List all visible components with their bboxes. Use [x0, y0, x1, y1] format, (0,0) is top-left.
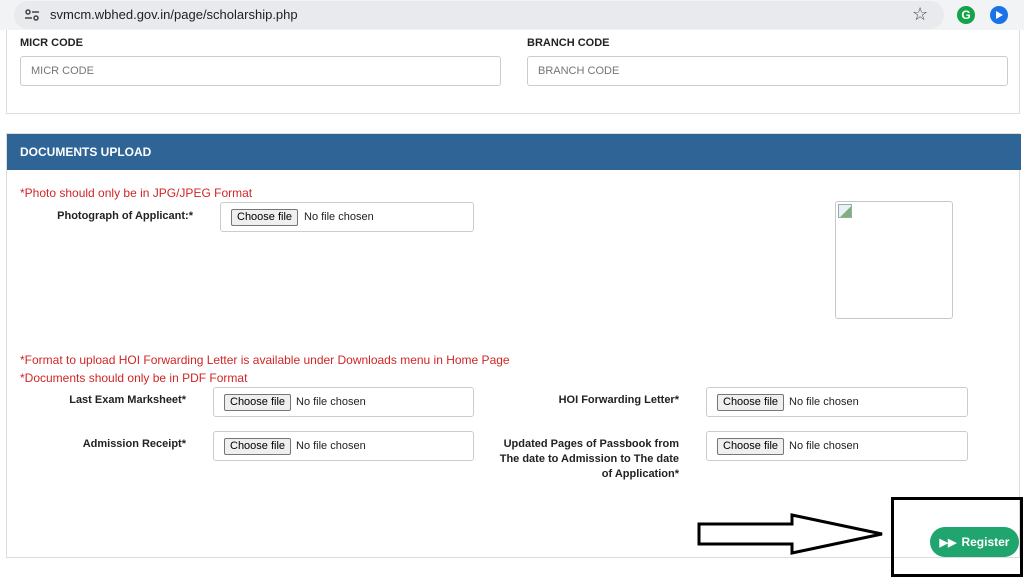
admission-receipt-no-file-text: No file chosen [296, 440, 366, 452]
url-text[interactable]: svmcm.wbhed.gov.in/page/scholarship.php [50, 7, 298, 22]
fast-forward-icon: ▶▶ [939, 537, 957, 549]
register-label: Register [961, 535, 1010, 549]
marksheet-choose-file-button[interactable]: Choose file [224, 394, 292, 411]
site-info-icon[interactable] [24, 8, 40, 22]
branch-code-label: BRANCH CODE [527, 37, 610, 49]
photograph-file-field[interactable]: Choose file No file chosen [220, 202, 474, 232]
micr-code-label: MICR CODE [20, 37, 83, 49]
marksheet-no-file-text: No file chosen [296, 396, 366, 408]
photo-format-note: *Photo should only be in JPG/JPEG Format [20, 186, 253, 200]
branch-code-input[interactable] [527, 56, 1008, 86]
hoi-letter-label: HOI Forwarding Letter* [558, 394, 679, 406]
photograph-label: Photograph of Applicant:* [57, 210, 193, 222]
annotation-arrow-icon [697, 513, 883, 555]
micr-code-input[interactable] [20, 56, 501, 86]
marksheet-file-field[interactable]: Choose file No file chosen [213, 387, 474, 417]
photo-preview [835, 201, 953, 319]
bookmark-star-icon[interactable]: ☆ [912, 4, 928, 24]
documents-upload-header: DOCUMENTS UPLOAD [7, 134, 1021, 170]
admission-receipt-label: Admission Receipt* [82, 438, 186, 450]
passbook-label: Updated Pages of Passbook from The date … [499, 438, 679, 480]
passbook-no-file-text: No file chosen [789, 440, 859, 452]
hoi-letter-file-field[interactable]: Choose file No file chosen [706, 387, 968, 417]
browser-toolbar: svmcm.wbhed.gov.in/page/scholarship.php … [0, 0, 1024, 30]
marksheet-label: Last Exam Marksheet* [69, 394, 186, 406]
hoi-format-note: *Format to upload HOI Forwarding Letter … [20, 353, 510, 367]
bank-details-panel: MICR CODE BRANCH CODE [6, 30, 1020, 114]
broken-image-icon [838, 204, 852, 218]
admission-receipt-file-field[interactable]: Choose file No file chosen [213, 431, 474, 461]
hoi-letter-no-file-text: No file chosen [789, 396, 859, 408]
photograph-choose-file-button[interactable]: Choose file [231, 209, 299, 226]
extension-play-icon[interactable] [990, 6, 1008, 24]
pdf-format-note: *Documents should only be in PDF Format [20, 371, 248, 385]
register-button[interactable]: ▶▶ Register [930, 527, 1019, 557]
documents-upload-title: DOCUMENTS UPLOAD [20, 145, 152, 159]
admission-receipt-choose-file-button[interactable]: Choose file [224, 438, 292, 455]
address-bar[interactable]: svmcm.wbhed.gov.in/page/scholarship.php [14, 1, 944, 29]
passbook-file-field[interactable]: Choose file No file chosen [706, 431, 968, 461]
hoi-letter-choose-file-button[interactable]: Choose file [717, 394, 785, 411]
photograph-no-file-text: No file chosen [304, 211, 374, 223]
grammarly-extension-icon[interactable]: G [957, 6, 975, 24]
passbook-choose-file-button[interactable]: Choose file [717, 438, 785, 455]
documents-upload-panel: DOCUMENTS UPLOAD *Photo should only be i… [6, 133, 1021, 558]
